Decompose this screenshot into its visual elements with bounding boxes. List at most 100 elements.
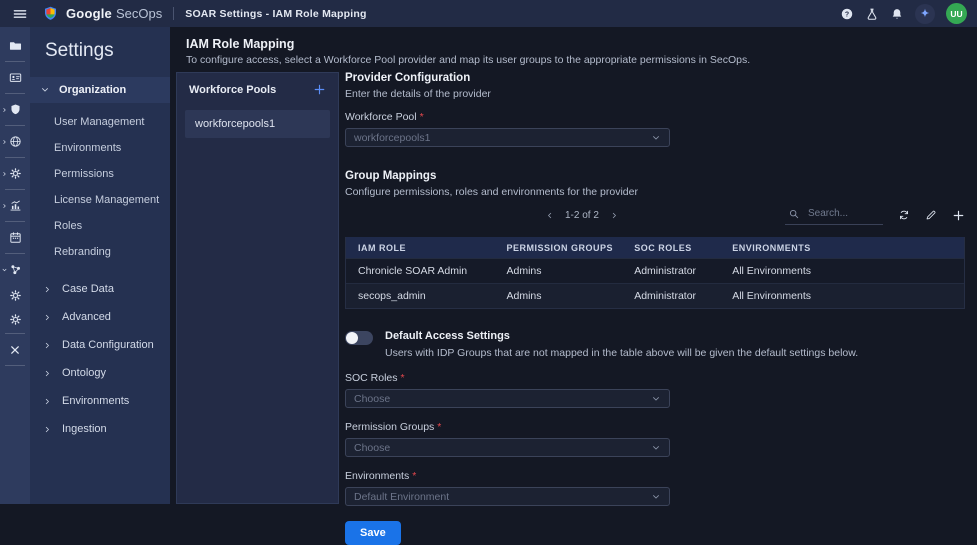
chevron-right-icon xyxy=(1,106,8,113)
rail-divider xyxy=(5,157,25,158)
shield-icon xyxy=(9,103,22,116)
rail-divider xyxy=(5,365,25,366)
chevron-down-icon xyxy=(40,85,50,95)
notifications-bell-icon[interactable] xyxy=(890,7,904,21)
mapping-content: Provider Configuration Enter the details… xyxy=(345,72,965,504)
rail-calendar-icon[interactable] xyxy=(0,224,30,251)
gear-icon xyxy=(9,167,22,180)
sidebar-section-case-data[interactable]: Case Data xyxy=(30,275,170,303)
settings-sidebar: Settings Organization User ManagementEnv… xyxy=(30,27,170,504)
rail-divider xyxy=(5,189,25,190)
gemini-sparkle-icon[interactable] xyxy=(915,4,935,24)
tools-icon xyxy=(9,344,21,356)
sidebar-section-data-configuration[interactable]: Data Configuration xyxy=(30,331,170,359)
rail-divider xyxy=(5,61,25,62)
permission-groups-select[interactable]: Choose xyxy=(345,438,670,457)
chevron-down-icon xyxy=(651,394,661,404)
sidebar-item-environments[interactable]: Environments xyxy=(30,135,170,161)
rail-tools-icon[interactable] xyxy=(0,336,30,363)
chevron-right-icon xyxy=(43,369,52,378)
edit-pencil-icon[interactable] xyxy=(925,209,937,221)
refresh-icon[interactable] xyxy=(898,209,910,221)
sidebar-section-advanced[interactable]: Advanced xyxy=(30,303,170,331)
sidebar-title: Settings xyxy=(30,27,170,77)
add-plus-icon[interactable] xyxy=(952,209,965,222)
next-page-icon[interactable] xyxy=(610,211,619,220)
rail-gear-icon[interactable] xyxy=(0,307,30,331)
pagination-count: 1-2 of 2 xyxy=(565,210,599,221)
rail-nodes-icon[interactable] xyxy=(0,256,30,283)
rail-id-card-icon[interactable] xyxy=(0,64,30,91)
pagination: 1-2 of 2 xyxy=(545,210,619,221)
rail-divider xyxy=(5,221,25,222)
workforce-pool-select[interactable]: workforcepools1 xyxy=(345,128,670,147)
previous-page-icon[interactable] xyxy=(545,211,554,220)
chevron-right-icon xyxy=(43,341,52,350)
rail-shield-icon[interactable] xyxy=(0,96,30,123)
table-cell: Admins xyxy=(507,290,635,302)
chevron-right-icon xyxy=(43,313,52,322)
save-button[interactable]: Save xyxy=(345,521,401,545)
sidebar-item-license-management[interactable]: License Management xyxy=(30,187,170,213)
rail-divider xyxy=(5,125,25,126)
sidebar-item-permissions[interactable]: Permissions xyxy=(30,161,170,187)
required-asterisk: * xyxy=(412,470,416,482)
chevron-right-icon xyxy=(1,170,8,177)
rail-gear-icon[interactable] xyxy=(0,283,30,307)
rail-divider xyxy=(5,93,25,94)
table-cell: secops_admin xyxy=(358,290,507,302)
chevron-down-icon xyxy=(651,133,661,143)
chevron-right-icon xyxy=(1,138,8,145)
column-header: SOC ROLES xyxy=(634,243,732,253)
chevron-right-icon xyxy=(1,202,8,209)
soc-roles-select[interactable]: Choose xyxy=(345,389,670,408)
group-mappings-subtitle: Configure permissions, roles and environ… xyxy=(345,186,965,198)
table-cell: Administrator xyxy=(634,265,732,277)
add-workforce-pool-button[interactable] xyxy=(313,83,326,96)
title-divider xyxy=(173,7,174,20)
rail-gear-icon[interactable] xyxy=(0,160,30,187)
sidebar-section-ingestion[interactable]: Ingestion xyxy=(30,415,170,443)
sidebar-section-ontology[interactable]: Ontology xyxy=(30,359,170,387)
secops-shield-logo-icon xyxy=(42,5,59,22)
sidebar-item-user-management[interactable]: User Management xyxy=(30,109,170,135)
environments-select[interactable]: Default Environment xyxy=(345,487,670,506)
column-header: PERMISSION GROUPS xyxy=(507,243,635,253)
table-cell: All Environments xyxy=(732,265,952,277)
search-box xyxy=(785,206,883,225)
table-row[interactable]: Chronicle SOAR AdminAdminsAdministratorA… xyxy=(346,258,964,283)
hamburger-menu-icon[interactable] xyxy=(10,4,30,24)
group-mappings-table: IAM ROLEPERMISSION GROUPSSOC ROLESENVIRO… xyxy=(345,237,965,309)
user-avatar[interactable]: UU xyxy=(946,3,967,24)
search-input[interactable] xyxy=(808,208,878,219)
nodes-icon xyxy=(9,263,22,276)
help-icon[interactable]: ? xyxy=(840,7,854,21)
rail-cases-icon[interactable] xyxy=(0,32,30,59)
table-cell: Chronicle SOAR Admin xyxy=(358,265,507,277)
workforce-pools-panel: Workforce Pools workforcepools1 xyxy=(176,72,339,504)
rail-chart-icon[interactable] xyxy=(0,192,30,219)
environments-label: Environments xyxy=(345,470,409,482)
chevron-right-icon xyxy=(43,285,52,294)
sidebar-section-environments[interactable]: Environments xyxy=(30,387,170,415)
page-title: SOAR Settings - IAM Role Mapping xyxy=(185,8,366,20)
sidebar-section-organization[interactable]: Organization xyxy=(30,77,170,103)
default-access-toggle[interactable] xyxy=(345,331,373,345)
chevron-down-icon xyxy=(651,443,661,453)
workforce-pool-item[interactable]: workforcepools1 xyxy=(185,110,330,138)
sidebar-item-roles[interactable]: Roles xyxy=(30,213,170,239)
lab-flask-icon[interactable] xyxy=(865,7,879,21)
chevron-right-icon xyxy=(43,397,52,406)
column-header: IAM ROLE xyxy=(358,243,507,253)
sidebar-item-rebranding[interactable]: Rebranding xyxy=(30,239,170,265)
workforce-pools-title: Workforce Pools xyxy=(189,84,276,96)
cases-icon xyxy=(9,39,22,52)
required-asterisk: * xyxy=(401,372,405,384)
workforce-pool-label: Workforce Pool xyxy=(345,111,417,123)
iam-role-mapping-title: IAM Role Mapping xyxy=(186,37,961,51)
rail-globe-icon[interactable] xyxy=(0,128,30,155)
chevron-right-icon xyxy=(43,425,52,434)
gear-icon xyxy=(9,313,22,326)
table-row[interactable]: secops_adminAdminsAdministratorAll Envir… xyxy=(346,283,964,308)
required-asterisk: * xyxy=(437,421,441,433)
